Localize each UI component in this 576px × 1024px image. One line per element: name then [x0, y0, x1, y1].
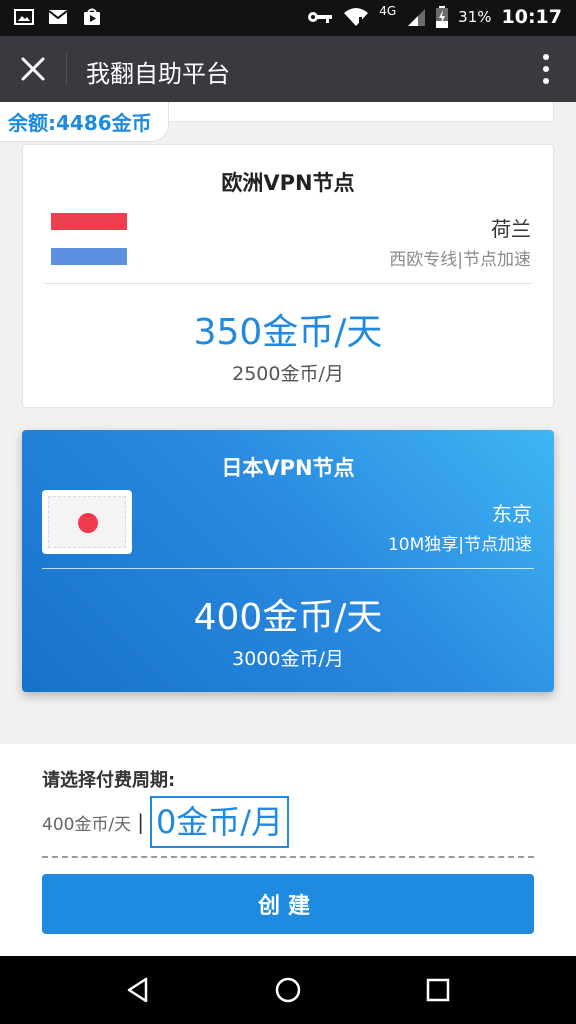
play-store-icon	[84, 8, 100, 25]
payment-period-label: 请选择付费周期:	[42, 770, 176, 791]
node-card-europe[interactable]: 欧洲VPN节点 荷兰 西欧专线|节点加速 350金币/天 2500金币/月	[22, 144, 554, 408]
node-card-japan[interactable]: 日本VPN节点 东京 10M独享|节点加速 400金币/天 3000金币/月	[22, 430, 554, 692]
app-bar: 我翻自助平台	[0, 36, 576, 102]
payment-panel: 请选择付费周期: 400金币/天 | 0金币/月 创建	[0, 744, 576, 956]
back-button[interactable]	[122, 974, 154, 1006]
network-type: 4G	[379, 4, 397, 18]
app-bar-divider	[66, 53, 67, 85]
create-button[interactable]: 创建	[42, 874, 534, 934]
price-per-day: 400金币/天	[193, 597, 383, 638]
key-icon	[308, 12, 333, 23]
node-city: 荷兰	[491, 217, 531, 241]
battery-percent: 31%	[458, 8, 492, 26]
more-vert-icon	[543, 54, 549, 60]
recents-button[interactable]	[422, 974, 454, 1006]
battery-icon	[436, 6, 449, 28]
card-divider	[43, 283, 533, 284]
node-description: 10M独享|节点加速	[387, 535, 532, 555]
image-icon	[14, 9, 34, 25]
price-per-day: 350金币/天	[193, 312, 383, 353]
node-list[interactable]: 余额:4486金币 欧洲VPN节点 荷兰 西欧专线|节点加速 350金币/天 2…	[0, 102, 576, 744]
japan-flag-icon	[42, 490, 132, 554]
payment-period-options: 400金币/天 | 0金币/月	[42, 796, 290, 848]
close-icon	[21, 57, 45, 81]
status-bar: 4G 31% 10:17	[0, 0, 576, 36]
mail-icon	[48, 10, 68, 24]
more-options-button[interactable]	[536, 52, 556, 86]
clock: 10:17	[501, 6, 562, 28]
wifi-icon	[344, 8, 369, 26]
card-divider	[42, 568, 534, 569]
dashed-divider	[42, 856, 534, 858]
period-separator: |	[137, 810, 144, 834]
back-icon	[127, 977, 148, 1003]
price-per-month: 2500金币/月	[232, 363, 344, 385]
node-city: 东京	[492, 502, 532, 526]
card-title: 日本VPN节点	[221, 456, 355, 480]
home-button[interactable]	[272, 974, 304, 1006]
page-title: 我翻自助平台	[86, 60, 230, 88]
home-icon	[275, 977, 301, 1003]
close-button[interactable]	[14, 50, 52, 88]
recents-icon	[426, 978, 450, 1002]
balance-label: 余额:4486金币	[8, 111, 152, 135]
balance-badge: 余额:4486金币	[0, 102, 169, 142]
netherlands-flag-icon	[51, 213, 127, 265]
period-option-month[interactable]: 0金币/月	[149, 796, 290, 848]
node-description: 西欧专线|节点加速	[389, 250, 531, 270]
system-nav-bar	[0, 956, 576, 1024]
period-option-day[interactable]: 400金币/天	[42, 810, 131, 835]
card-title: 欧洲VPN节点	[221, 171, 355, 195]
price-per-month: 3000金币/月	[232, 648, 344, 670]
signal-icon	[408, 9, 426, 26]
